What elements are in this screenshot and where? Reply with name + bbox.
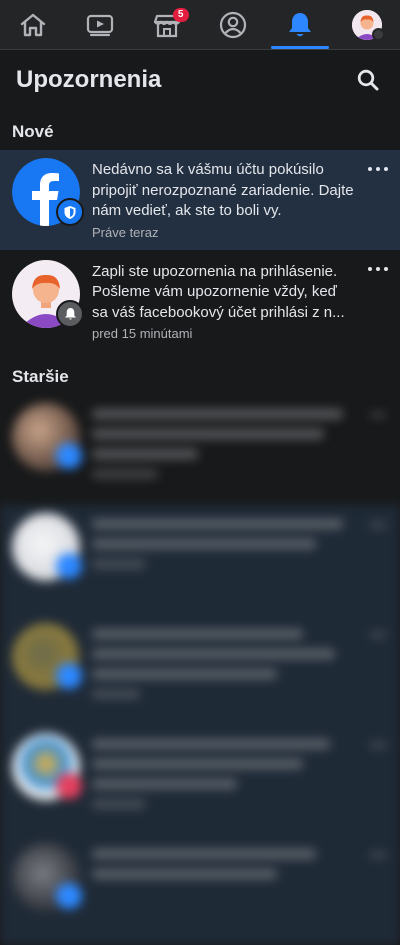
video-icon [86,14,114,36]
nav-profile[interactable] [200,0,267,49]
notification-text: Nedávno sa k vášmu účtu pokúsilo pripoji… [92,161,354,219]
blurred-avatar [12,843,82,911]
top-navigation: 5 [0,0,400,50]
profile-icon [220,11,247,38]
notification-text: Zapli ste upozornenia na prihlásenie. Po… [92,262,345,321]
nav-video[interactable] [67,0,134,49]
notification-item-blurred[interactable] [0,835,400,945]
bell-icon [56,299,84,328]
notification-time: Práve teraz [92,224,159,240]
more-options-button[interactable] [368,264,388,274]
home-icon [21,13,46,36]
notification-avatar [12,158,84,226]
blurred-avatar [12,403,82,471]
notification-item-blurred[interactable] [0,725,400,835]
notification-time: pred 15 minútami [92,326,193,341]
notification-item-blurred[interactable] [0,395,400,505]
notification-item[interactable]: Zapli ste upozornenia na prihlásenie. Po… [0,250,400,352]
search-button[interactable] [352,64,384,96]
search-icon [357,69,379,91]
marketplace-badge: 5 [172,8,189,22]
section-older-label: Staršie [12,367,69,386]
nav-menu[interactable] [333,0,400,49]
nav-home[interactable] [0,0,67,49]
notification-item[interactable]: Nedávno sa k vášmu účtu pokúsilo pripoji… [0,150,400,250]
shield-icon [56,198,84,226]
nav-notifications[interactable] [267,0,334,49]
notification-item-blurred[interactable] [0,615,400,725]
blurred-avatar [12,623,82,691]
older-notifications-list [0,395,400,945]
notification-item-blurred[interactable] [0,505,400,615]
nav-marketplace[interactable]: 5 [133,0,200,49]
blurred-avatar [12,733,82,801]
notification-avatar [12,259,84,328]
page-title: Upozornenia [16,66,162,93]
bell-icon [289,12,312,36]
blurred-avatar [12,513,82,581]
page-header: Upozornenia [0,50,400,110]
section-new-label: Nové [12,122,54,141]
menu-overlay-icon [371,28,385,41]
more-options-button[interactable] [368,164,388,174]
